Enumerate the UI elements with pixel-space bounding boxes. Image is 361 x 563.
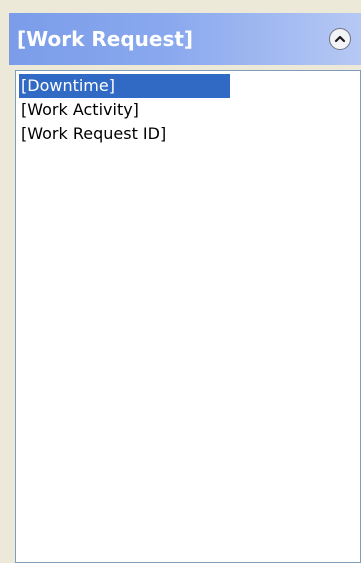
field-listbox[interactable]: [Downtime] [Work Activity] [Work Request…: [15, 70, 361, 563]
list-item-work-request-id[interactable]: [Work Request ID]: [19, 122, 168, 146]
list-item-downtime[interactable]: [Downtime]: [19, 74, 230, 98]
work-request-panel: [Work Request] [Downtime] [Work Activity…: [9, 13, 361, 563]
panel-header: [Work Request]: [9, 13, 361, 65]
chevron-up-circle-icon: [334, 35, 346, 43]
list-item-work-activity[interactable]: [Work Activity]: [19, 98, 141, 122]
collapse-button[interactable]: [329, 28, 351, 50]
panel-title: [Work Request]: [17, 27, 194, 51]
